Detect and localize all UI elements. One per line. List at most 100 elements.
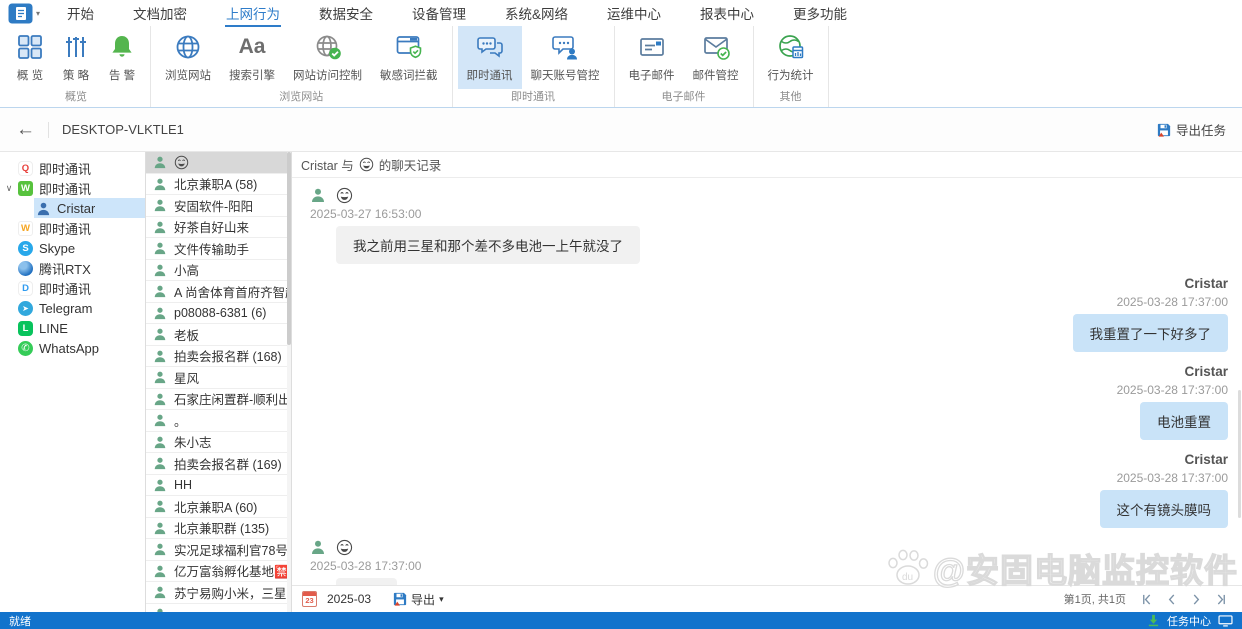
message-bubble: 没有 xyxy=(336,578,397,585)
ribbon-item-label: 告 警 xyxy=(109,67,135,83)
app-icon: Q xyxy=(18,161,33,176)
contacts-scrollbar-thumb[interactable] xyxy=(287,152,291,345)
contact-name: 北京兼职群 (135) xyxy=(174,518,269,537)
ribbon-item-email[interactable]: 电子邮件 xyxy=(620,26,684,89)
month-selector[interactable]: 2025-03 xyxy=(327,592,371,606)
menu-item[interactable]: 系统&网络 xyxy=(504,0,569,27)
contact-list-item[interactable]: 苏宁易购小米，三星荟聚购... xyxy=(146,582,291,604)
contact-list-item[interactable]: 北京兼职A (60) xyxy=(146,496,291,518)
menu-item[interactable]: 文档加密 xyxy=(132,0,188,27)
next-page-button[interactable] xyxy=(1188,592,1205,607)
contact-list-item[interactable]: 文件传输助手 xyxy=(146,238,291,260)
message-list: 😁 2025-03-27 16:53:00 我之前用三星和那个差不多电池一上午就… xyxy=(292,178,1242,585)
ribbon-item-policy[interactable]: 策 略 xyxy=(53,26,99,89)
person-icon xyxy=(153,284,167,298)
ribbon-item-instant-messaging[interactable]: 即时通讯 xyxy=(458,26,522,89)
sidebar-item-label: 即时通讯 xyxy=(39,159,91,178)
contact-list-item[interactable]: 小高 xyxy=(146,260,291,282)
message-timestamp: 2025-03-28 17:37:00 xyxy=(310,295,1228,309)
sidebar-item[interactable]: ∨ S Skype xyxy=(0,238,145,258)
task-center-link[interactable]: 任务中心 xyxy=(1167,613,1211,629)
contact-list-item[interactable]: 石家庄闲置群-顺利出闲置 (... xyxy=(146,389,291,411)
ribbon-item-overview[interactable]: 概 览 xyxy=(7,26,53,89)
contact-list-item[interactable]: 北京兼职群 (135) xyxy=(146,518,291,540)
menu-item[interactable]: 运维中心 xyxy=(606,0,662,27)
contact-name: 文件传输助手 xyxy=(174,239,249,258)
expand-arrow-icon[interactable]: ∨ xyxy=(2,183,16,194)
monitor-icon[interactable] xyxy=(1218,615,1233,627)
calendar-icon[interactable]: 23 xyxy=(302,591,317,607)
person-icon xyxy=(153,241,167,255)
sidebar-item[interactable]: ∨ Cristar xyxy=(0,198,145,218)
ribbon-item-browse-website[interactable]: 浏览网站 xyxy=(156,26,220,89)
menu-item[interactable]: 上网行为 xyxy=(225,0,281,27)
contact-list-item[interactable]: 😁 xyxy=(146,152,291,174)
contact-list-item[interactable]: 实况足球福利官78号 xyxy=(146,539,291,561)
menu-item[interactable]: 报表中心 xyxy=(699,0,755,27)
export-task-button[interactable]: 导出任务 xyxy=(1157,120,1226,139)
export-button[interactable]: 导出 ▾ xyxy=(393,591,444,608)
first-page-button[interactable] xyxy=(1138,592,1155,607)
chat-message: Cristar 2025-03-28 17:37:00 电池重置 xyxy=(310,362,1242,440)
globe-check-icon xyxy=(314,33,342,61)
sidebar-item[interactable]: ∨ ➤ Telegram xyxy=(0,298,145,318)
message-bubble: 电池重置 xyxy=(1140,402,1228,440)
sidebar-item[interactable]: ∨ ✆ WhatsApp xyxy=(0,338,145,358)
ribbon-group-overview: 概 览 策 略 告 警 概览 xyxy=(2,26,151,107)
back-button[interactable]: ← xyxy=(16,120,35,139)
sidebar-item[interactable]: ∨ Q 即时通讯 xyxy=(0,158,145,178)
contact-list-item[interactable]: HH xyxy=(146,475,291,497)
contact-list-item[interactable]: A 尚舍体育首府齐智超 xyxy=(146,281,291,303)
sidebar-item[interactable]: ∨ W 即时通讯 xyxy=(0,218,145,238)
menu-item[interactable]: 开始 xyxy=(66,0,95,27)
ribbon-item-search-engine[interactable]: Aa 搜索引擎 xyxy=(220,26,284,89)
export-task-label: 导出任务 xyxy=(1176,120,1226,139)
menu-item[interactable]: 数据安全 xyxy=(318,0,374,27)
contact-list-item[interactable]: 星风 xyxy=(146,367,291,389)
chat-scrollbar-thumb[interactable] xyxy=(1238,390,1241,518)
person-icon xyxy=(153,349,167,363)
sidebar-item-label: Skype xyxy=(39,241,75,256)
ribbon-item-email-control[interactable]: 邮件管控 xyxy=(684,26,748,89)
sidebar-item[interactable]: ∨ W 即时通讯 xyxy=(0,178,145,198)
ribbon-item-website-access-control[interactable]: 网站访问控制 xyxy=(284,26,371,89)
contact-list-item[interactable]: 好茶自好山来 xyxy=(146,217,291,239)
grin-emoji-icon xyxy=(359,157,374,172)
sidebar-item[interactable]: ∨ L LINE xyxy=(0,318,145,338)
menu-item[interactable]: 设备管理 xyxy=(411,0,467,27)
ribbon-item-sensitive-word-block[interactable]: 敏感词拦截 xyxy=(371,26,447,89)
contact-list-item[interactable]: 安固软件-阳阳 xyxy=(146,195,291,217)
chat-message: Cristar 2025-03-28 17:37:00 这个有镜头膜吗 xyxy=(310,450,1242,528)
contact-list-item[interactable]: 朱小志 xyxy=(146,432,291,454)
prev-page-button[interactable] xyxy=(1163,592,1180,607)
contact-list-item[interactable]: 老板 xyxy=(146,324,291,346)
contact-list-item[interactable]: 。 xyxy=(146,410,291,432)
app-logo-icon xyxy=(8,3,34,24)
contact-list-item[interactable]: p08088-6381 (6) xyxy=(146,303,291,325)
app-icon: D xyxy=(18,281,33,296)
last-page-button[interactable] xyxy=(1213,592,1230,607)
mail-icon xyxy=(638,33,666,61)
ribbon-item-behavior-stats[interactable]: 行为统计 xyxy=(759,26,823,89)
sidebar-item[interactable]: ∨ 腾讯RTX xyxy=(0,258,145,278)
sidebar-item-label: 即时通讯 xyxy=(39,219,91,238)
contact-name: 实况足球福利官78号 xyxy=(174,540,288,559)
app-menu-button[interactable]: ▾ xyxy=(8,3,40,24)
contact-list-item[interactable]: 亿万富翁孵化基地🈲广 (3... xyxy=(146,561,291,583)
export-label: 导出 xyxy=(411,591,435,608)
contact-list-item[interactable]: 北京兼职A (58) xyxy=(146,174,291,196)
app-icon: ➤ xyxy=(18,301,33,316)
ribbon-group-im: 即时通讯 聊天账号管控 即时通讯 xyxy=(453,26,615,107)
chat-bubbles-icon xyxy=(476,33,504,61)
contact-list-item[interactable] xyxy=(146,604,291,613)
ribbon-item-chat-account-control[interactable]: 聊天账号管控 xyxy=(522,26,609,89)
message-timestamp: 2025-03-27 16:53:00 xyxy=(310,207,1242,221)
menu-item[interactable]: 更多功能 xyxy=(792,0,848,27)
app-icon: S xyxy=(18,241,33,256)
contact-list-item[interactable]: 拍卖会报名群 (169) xyxy=(146,453,291,475)
sidebar-item[interactable]: ∨ D 即时通讯 xyxy=(0,278,145,298)
contact-list-item[interactable]: 拍卖会报名群 (168) xyxy=(146,346,291,368)
ribbon-item-alert[interactable]: 告 警 xyxy=(99,26,145,89)
ribbon-group-email: 电子邮件 邮件管控 电子邮件 xyxy=(615,26,754,107)
contacts-scrollbar-track[interactable] xyxy=(287,152,291,612)
